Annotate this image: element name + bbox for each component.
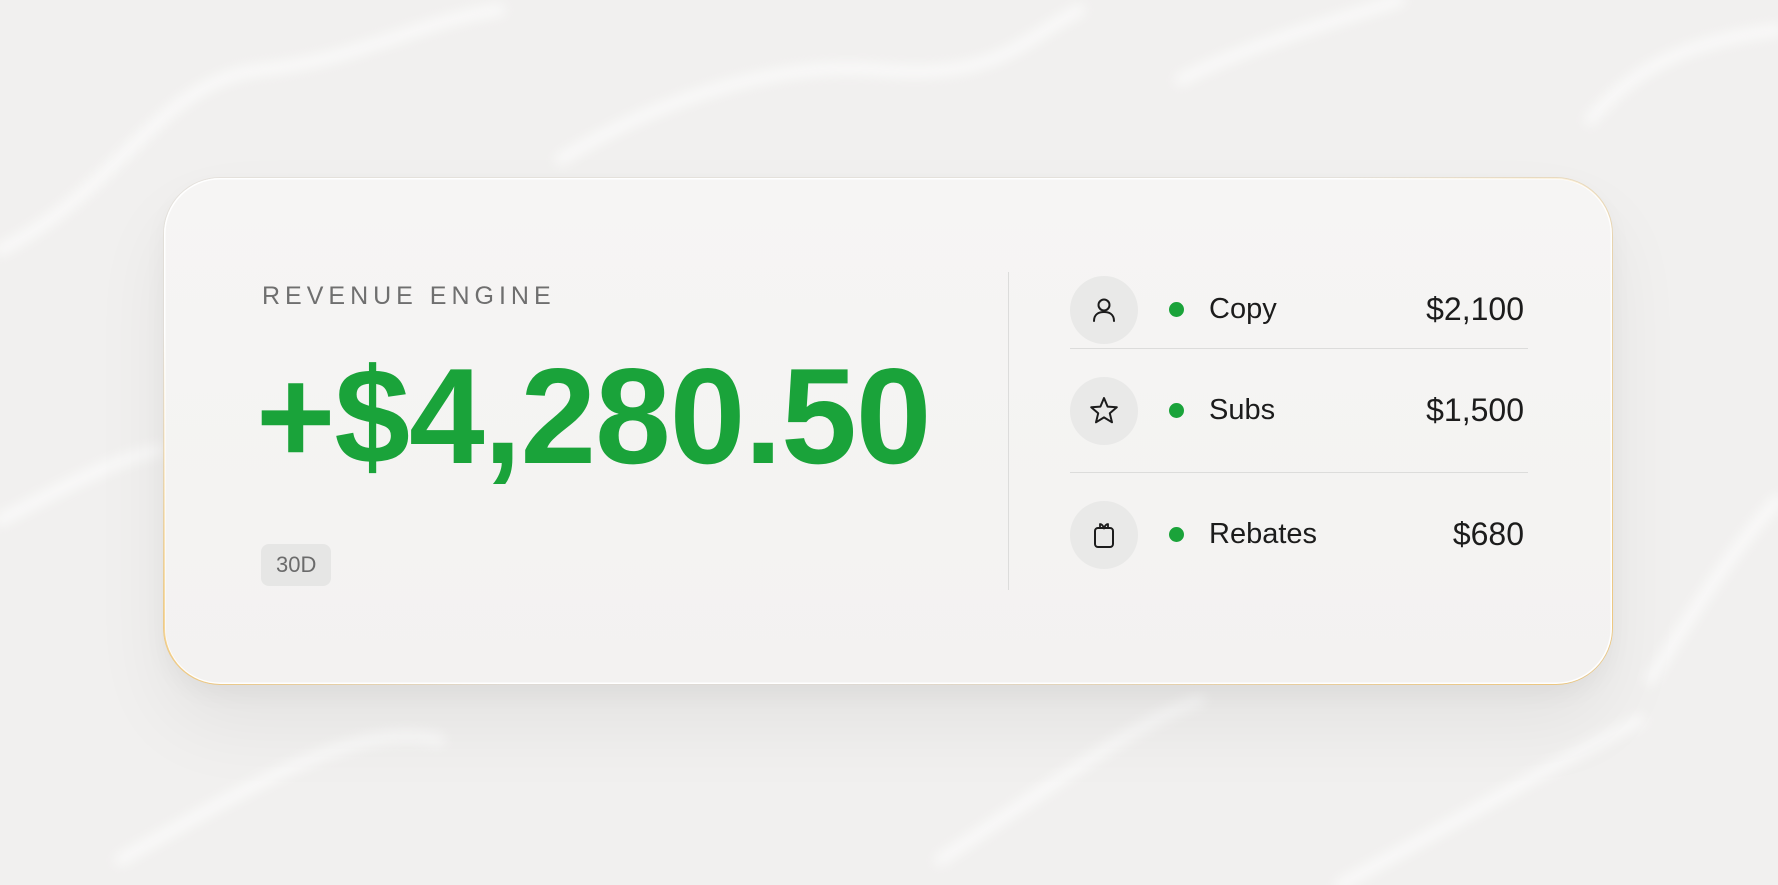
person-icon — [1093, 298, 1115, 322]
revenue-sources-list: Copy $2,100 Subs $1,500 Rebates $680 — [1070, 271, 1528, 596]
source-label: Subs — [1209, 394, 1276, 426]
source-value: $2,100 — [1426, 291, 1524, 327]
revenue-card: REVENUE ENGINE +$4,280.50 30D Copy $2,10… — [164, 178, 1612, 684]
star-icon — [1090, 396, 1118, 423]
source-icon-wrap — [1070, 500, 1138, 569]
vertical-divider — [1008, 272, 1009, 590]
source-icon-wrap — [1070, 275, 1138, 344]
source-row-rebates[interactable]: Rebates $680 — [1070, 472, 1528, 596]
source-row-copy[interactable]: Copy $2,100 — [1070, 271, 1528, 348]
period-badge[interactable]: 30D — [261, 544, 332, 586]
status-dot — [1169, 302, 1184, 317]
source-label: Copy — [1209, 293, 1277, 325]
status-dot — [1169, 527, 1184, 542]
status-dot — [1169, 403, 1184, 418]
gift-icon — [1094, 522, 1114, 548]
source-row-subs[interactable]: Subs $1,500 — [1070, 348, 1528, 472]
source-value: $1,500 — [1426, 392, 1524, 428]
source-icon-wrap — [1070, 376, 1138, 445]
source-value: $680 — [1452, 516, 1524, 552]
card-eyebrow: REVENUE ENGINE — [262, 282, 556, 310]
total-revenue-amount: +$4,280.50 — [256, 340, 931, 492]
source-label: Rebates — [1209, 518, 1318, 550]
